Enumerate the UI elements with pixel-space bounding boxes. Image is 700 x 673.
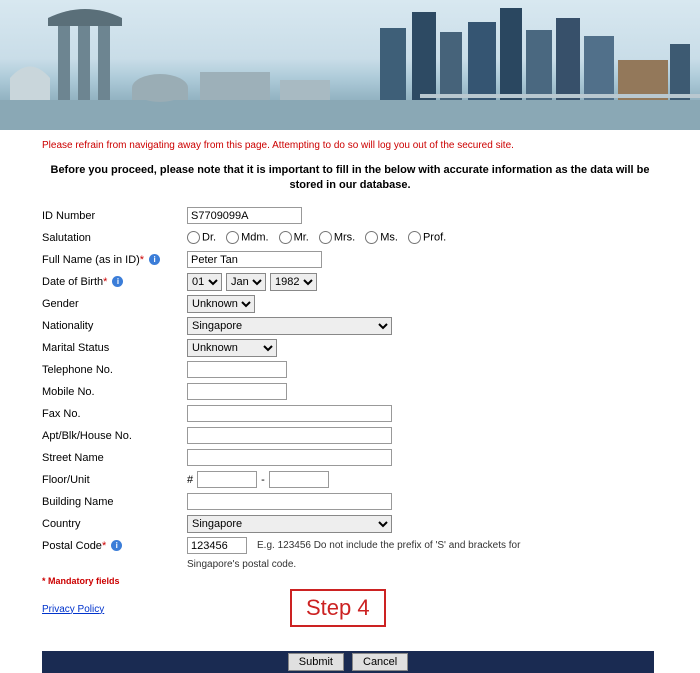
label-street: Street Name (42, 452, 187, 464)
salutation-radio-group: Dr. Mdm. Mr. Mrs. Ms. Prof. (187, 231, 658, 244)
label-telephone: Telephone No. (42, 364, 187, 376)
label-fax: Fax No. (42, 408, 187, 420)
label-dob: Date of Birth* i (42, 276, 187, 288)
floor-input-2[interactable] (269, 471, 329, 488)
apt-input[interactable] (187, 427, 392, 444)
salutation-mdm-radio[interactable] (226, 231, 239, 244)
label-mobile: Mobile No. (42, 386, 187, 398)
label-country: Country (42, 518, 187, 530)
salutation-ms-radio[interactable] (365, 231, 378, 244)
floor-input-1[interactable] (197, 471, 257, 488)
mobile-input[interactable] (187, 383, 287, 400)
info-icon[interactable]: i (111, 540, 122, 551)
label-building: Building Name (42, 496, 187, 508)
country-select[interactable]: Singapore (187, 515, 392, 533)
label-postal: Postal Code* i (42, 540, 187, 552)
dob-year-select[interactable]: 1982 (270, 273, 317, 291)
dob-month-select[interactable]: Jan (226, 273, 266, 291)
building-input[interactable] (187, 493, 392, 510)
step-indicator: Step 4 (290, 589, 386, 627)
id-number-input[interactable] (187, 207, 302, 224)
label-full-name: Full Name (as in ID)* i (42, 254, 187, 266)
cancel-button[interactable]: Cancel (352, 653, 408, 671)
dob-day-select[interactable]: 01 (187, 273, 222, 291)
info-icon[interactable]: i (112, 276, 123, 287)
warning-text: Please refrain from navigating away from… (42, 140, 658, 151)
nationality-select[interactable]: Singapore (187, 317, 392, 335)
salutation-dr-radio[interactable] (187, 231, 200, 244)
label-floor-unit: Floor/Unit (42, 474, 187, 486)
fax-input[interactable] (187, 405, 392, 422)
label-id-number: ID Number (42, 210, 187, 222)
instruction-text: Before you proceed, please note that it … (42, 163, 658, 193)
floor-hash: # (187, 474, 193, 486)
gender-select[interactable]: Unknown (187, 295, 255, 313)
salutation-prof-radio[interactable] (408, 231, 421, 244)
label-salutation: Salutation (42, 232, 187, 244)
postal-hint: E.g. 123456 Do not include the prefix of… (257, 540, 520, 551)
header-banner (0, 0, 700, 130)
postal-code-input[interactable] (187, 537, 247, 554)
submit-button[interactable]: Submit (288, 653, 344, 671)
telephone-input[interactable] (187, 361, 287, 378)
postal-hint-2: Singapore's postal code. (187, 559, 658, 570)
label-gender: Gender (42, 298, 187, 310)
mandatory-note: * Mandatory fields (42, 576, 658, 586)
salutation-mr-radio[interactable] (279, 231, 292, 244)
footer-bar: Submit Cancel (42, 651, 654, 673)
salutation-mrs-radio[interactable] (319, 231, 332, 244)
info-icon[interactable]: i (149, 254, 160, 265)
label-nationality: Nationality (42, 320, 187, 332)
full-name-input[interactable] (187, 251, 322, 268)
label-apt: Apt/Blk/House No. (42, 430, 187, 442)
floor-sep: - (261, 474, 265, 486)
street-input[interactable] (187, 449, 392, 466)
marital-status-select[interactable]: Unknown (187, 339, 277, 357)
label-marital: Marital Status (42, 342, 187, 354)
